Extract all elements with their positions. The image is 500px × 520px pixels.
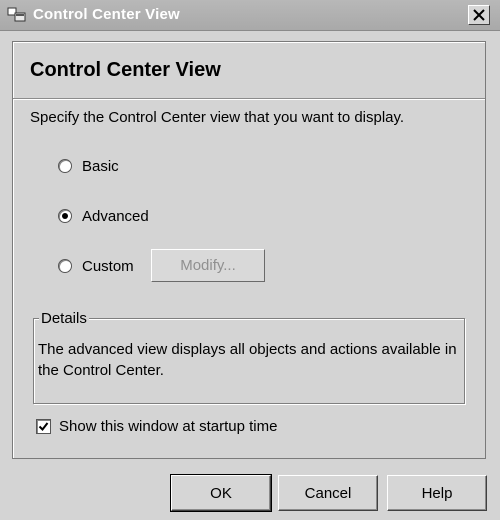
details-text: The advanced view displays all objects a… [38,341,457,379]
instruction-text: Specify the Control Center view that you… [30,109,405,126]
ok-button[interactable]: OK [170,474,272,512]
title-bar[interactable]: Control Center View [0,0,500,31]
radio-custom[interactable]: Custom [58,256,134,276]
close-icon [473,9,485,21]
radio-advanced[interactable]: Advanced [58,206,149,226]
radio-button[interactable] [58,209,72,223]
cancel-button[interactable]: Cancel [278,475,378,511]
modify-button[interactable]: Modify... [151,249,265,282]
radio-label-basic: Basic [82,157,119,175]
radio-button[interactable] [58,159,72,173]
window-title: Control Center View [33,6,180,23]
startup-checkbox[interactable] [36,418,51,434]
close-button[interactable] [468,5,490,25]
checkmark-icon [38,421,49,431]
radio-label-advanced: Advanced [82,207,149,225]
startup-checkbox-label: Show this window at startup time [59,417,278,435]
radio-basic[interactable]: Basic [58,156,119,176]
radio-label-custom: Custom [82,257,134,275]
details-legend: Details [39,310,89,327]
radio-button[interactable] [58,259,72,273]
header-divider [13,98,485,100]
startup-checkbox-row[interactable]: Show this window at startup time [36,417,277,435]
page-title: Control Center View [30,59,221,81]
app-window-icon [7,7,27,23]
help-button[interactable]: Help [387,475,487,511]
